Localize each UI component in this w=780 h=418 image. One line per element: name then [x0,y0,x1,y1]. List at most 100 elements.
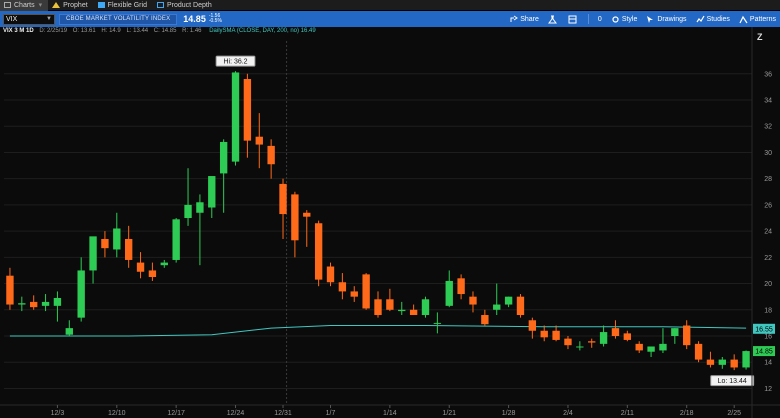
y-tick-label: 24 [764,229,772,236]
patterns-button[interactable]: Patterns [739,15,776,24]
studies-icon [696,15,705,22]
gear-icon [612,15,619,23]
candle-body [243,79,252,141]
y-tick-label: 32 [764,124,772,131]
candle-body [528,320,537,331]
candle-body [113,228,121,250]
layout-icon [568,15,577,23]
bar-date: D: 2/25/19 [39,28,68,34]
candle-body [540,330,548,338]
chart-toolbar: VIX ▼ CBOE MARKET VOLATILITY INDEX 14.85… [0,11,780,27]
depth-icon [156,2,164,8]
x-tick-label: 2/11 [621,410,634,417]
candle-body [314,223,323,280]
tab-label: Flexible Grid [107,1,147,9]
candle-body [6,275,14,305]
x-tick-label: 12/17 [167,410,185,417]
candle-body [124,238,133,260]
tab-charts[interactable]: Charts ▾ [0,0,49,11]
candle-body [338,282,347,292]
candle-body [65,328,73,335]
patterns-icon [739,15,748,23]
candle-body [89,236,97,271]
candle-body [718,359,726,365]
candle-body [303,212,311,217]
close-icon[interactable]: ▾ [39,1,43,9]
layout-button[interactable] [568,15,579,24]
quick-tool-button[interactable] [547,15,559,24]
grid-icon [97,2,105,8]
symbol-aggregation[interactable]: VIX 3 M 1D [3,28,34,34]
tab-flexible-grid[interactable]: Flexible Grid [94,0,153,11]
count-label: 0 [597,15,602,23]
price-tag: 14.85 [755,349,773,356]
share-label: Share [520,15,539,23]
candle-body [362,274,370,309]
studies-button[interactable]: Studies [696,15,730,24]
candle-body [552,330,560,340]
x-tick-label: 12/24 [227,410,245,417]
candle-body [77,270,85,318]
tab-prophet[interactable]: Prophet [48,0,94,11]
count-button[interactable]: 0 [598,16,602,23]
drawings-button[interactable]: Drawings [646,15,687,24]
candle-body [730,359,738,368]
y-tick-label: 30 [764,150,772,157]
y-tick-label: 28 [764,176,772,183]
candle-body [694,343,703,360]
zoom-icon[interactable]: Z [757,32,767,42]
lo-label: Lo: 13.44 [718,378,747,385]
candle-body [101,238,109,249]
y-tick-label: 26 [764,202,772,209]
candle-body [493,304,501,310]
candle-body [445,280,453,306]
candle-body [457,278,465,295]
candle-body [516,296,525,316]
candle-body [504,296,513,305]
tab-product-depth[interactable]: Product Depth [153,0,218,11]
chart-header: VIX 3 M 1D D: 2/25/19 O: 13.61 H: 14.9 L… [3,28,316,34]
price-chart[interactable]: Hi: 36.2 Lo: 13.44 16.55 14.85 12 14 16 18 20 22… [0,27,780,418]
candle-body [564,338,572,346]
share-icon [510,15,519,22]
sma-study-label[interactable]: DailySMA (CLOSE, DAY, 200, no) 16.49 [209,28,316,34]
price-change: -1.56 -0.5% [209,14,222,24]
x-tick-label: 1/21 [442,410,456,417]
low-value: L: 13.44 [126,28,149,34]
tab-label: Prophet [63,1,88,9]
candle-body [231,72,240,162]
sma-line [9,325,747,337]
y-tick-label: 22 [764,255,772,262]
hi-label: Hi: 36.2 [223,59,247,66]
patterns-label: Patterns [749,15,776,23]
candle-body [599,332,608,344]
x-tick-label: 1/14 [383,410,397,417]
candle-body [469,296,477,305]
x-tick-label: 12/10 [108,410,126,417]
percent-change: -0.5% [208,18,222,24]
y-tick-label: 12 [764,386,772,393]
candle-body [421,299,430,316]
candle-body [350,291,358,297]
y-tick-label: 20 [764,281,772,288]
style-button[interactable]: Style [611,15,637,24]
symbol-input[interactable]: VIX ▼ [3,13,55,25]
y-tick-label: 14 [764,360,772,367]
candle-body [623,333,632,340]
warning-icon [52,2,61,8]
x-tick-label: 2/18 [680,410,694,417]
y-tick-label: 18 [764,307,772,314]
candle-body [659,343,667,351]
x-tick-label: 1/7 [326,410,336,417]
y-tick-label: 16 [764,334,772,341]
tab-label: Charts [14,1,35,9]
chevron-down-icon[interactable]: ▼ [46,15,52,24]
candle-body [576,346,584,348]
candle-body [267,145,275,165]
sma-polyline [9,325,747,337]
high-value: H: 14.9 [101,28,121,34]
share-button[interactable]: Share [510,15,539,23]
x-tick-label: 12/31 [274,410,292,417]
chart-area[interactable]: Hi: 36.2 Lo: 13.44 16.55 14.85 12 14 16 18 20 22… [0,27,780,418]
divider [587,14,589,24]
